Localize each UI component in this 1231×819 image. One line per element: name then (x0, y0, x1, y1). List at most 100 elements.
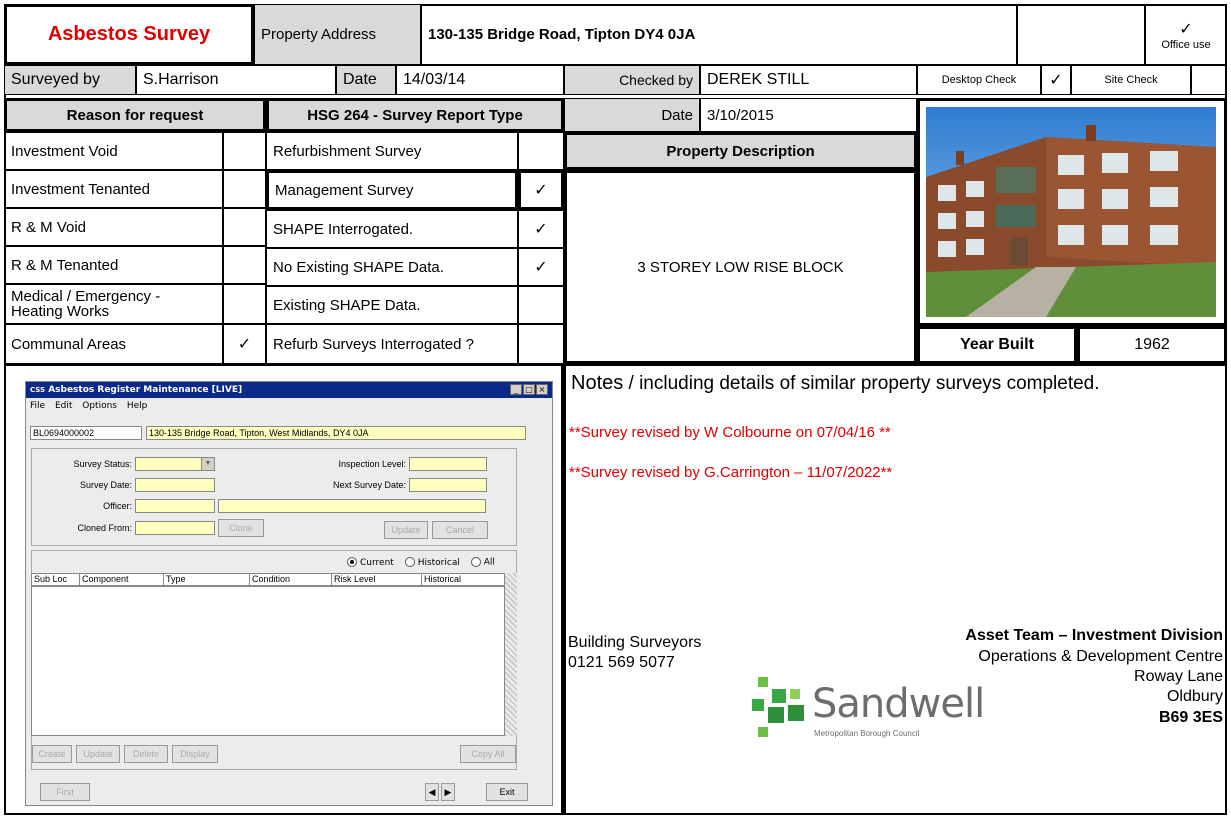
menu-options[interactable]: Options (82, 401, 117, 411)
radio-current-label: Current (360, 557, 394, 568)
components-grid-body[interactable] (31, 586, 517, 736)
notes-line-2: **Survey revised by G.Carrington – 11/07… (569, 464, 893, 481)
reason-tick-6: ✓ (223, 324, 266, 364)
report-type-tick-1 (518, 132, 564, 170)
reason-label-4: R & M Tenanted (4, 246, 223, 284)
reason-tick-4 (223, 246, 266, 284)
reason-tick-5 (223, 284, 266, 324)
radio-historical-label: Historical (417, 557, 460, 568)
cancel-button[interactable]: Cancel (432, 521, 488, 539)
chevron-down-icon[interactable]: ▼ (201, 458, 214, 470)
office-use-label: Office use (1161, 38, 1211, 51)
check-date-value: 3/10/2015 (700, 98, 917, 132)
building-surveyors-phone: 0121 569 5077 (568, 654, 675, 671)
radio-historical[interactable] (404, 557, 415, 567)
menu-edit[interactable]: Edit (55, 401, 72, 411)
notes-heading-main: Notes (571, 372, 624, 394)
reason-label-6: Communal Areas (4, 324, 223, 364)
property-address-label: Property Address (254, 4, 421, 65)
desktop-check-tick: ✓ (1041, 65, 1071, 95)
survey-status-select[interactable]: ▼ (135, 457, 215, 471)
col-type[interactable]: Type (164, 574, 250, 585)
menu-help[interactable]: Help (127, 401, 148, 411)
report-type-label-3: SHAPE Interrogated. (266, 210, 518, 248)
col-component[interactable]: Component (80, 574, 164, 585)
col-sub-loc[interactable]: Sub Loc (32, 574, 80, 585)
sandwell-logo-subtext: Metropolitan Borough Council (814, 729, 920, 738)
register-title-prefix: CSS (30, 386, 46, 394)
notes-heading: Notes / including details of similar pro… (571, 372, 1100, 395)
report-type-heading: HSG 264 - Survey Report Type (266, 98, 564, 132)
checked-by-value: DEREK STILL (700, 65, 917, 95)
notes-heading-rest: / including details of similar property … (623, 373, 1100, 394)
inspection-level-field[interactable] (409, 457, 487, 471)
property-description: 3 STOREY LOW RISE BLOCK (564, 170, 917, 364)
reason-label-5: Medical / Emergency - Heating Works (4, 284, 223, 324)
first-button[interactable]: First (40, 783, 90, 801)
reason-label-1: Investment Void (4, 132, 223, 170)
create-button[interactable]: Create (32, 745, 72, 763)
update-component-button[interactable]: Update (76, 745, 120, 763)
property-address: 130-135 Bridge Road, Tipton DY4 0JA (421, 4, 1017, 65)
exit-button[interactable]: Exit (486, 783, 528, 801)
property-photo-frame (917, 98, 1227, 326)
officer-label: Officer: (103, 501, 132, 511)
col-historical[interactable]: Historical (422, 574, 506, 585)
col-condition[interactable]: Condition (250, 574, 332, 585)
asset-team-label: Asset Team – Investment Division (965, 627, 1223, 644)
report-type-label-6: Refurb Surveys Interrogated ? (266, 324, 518, 364)
update-button[interactable]: Update (384, 521, 428, 539)
radio-current[interactable] (347, 557, 357, 567)
sandwell-logo-text: Sandwell (812, 681, 985, 727)
survey-date-field[interactable] (135, 478, 215, 492)
desktop-check-label: Desktop Check (917, 65, 1041, 95)
address-line-1: Operations & Development Centre (978, 648, 1223, 665)
address-line-3: Oldbury (1166, 688, 1223, 705)
clone-button[interactable]: Clone (218, 519, 264, 537)
maximize-button[interactable]: □ (523, 384, 535, 395)
delete-button[interactable]: Delete (124, 745, 168, 763)
inspection-level-label: Inspection Level: (338, 459, 406, 469)
grid-scrollbar[interactable] (504, 573, 517, 736)
officer-name-field[interactable] (218, 499, 486, 513)
report-type-tick-6 (518, 324, 564, 364)
radio-all-label: All (483, 557, 495, 568)
address-postcode: B69 3ES (1158, 709, 1223, 726)
property-address-field[interactable]: 130-135 Bridge Road, Tipton, West Midlan… (146, 426, 526, 440)
building-surveyors-label: Building Surveyors (568, 634, 702, 651)
register-title: Asbestos Register Maintenance [LIVE] (48, 385, 243, 395)
copy-all-button[interactable]: Copy All (460, 745, 516, 763)
sandwell-logo-mark (752, 677, 804, 737)
reason-tick-2 (223, 170, 266, 208)
register-menubar: File Edit Options Help (30, 401, 154, 411)
minimize-button[interactable]: _ (510, 384, 522, 395)
radio-all[interactable] (470, 557, 481, 567)
report-type-label-4: No Existing SHAPE Data. (266, 248, 518, 286)
prev-button[interactable]: ◀ (425, 783, 439, 801)
form-title-cell: Asbestos Survey (4, 4, 254, 65)
surveyed-by-label: Surveyed by (4, 65, 136, 95)
office-blank-cell (1017, 4, 1145, 65)
form-title: Asbestos Survey (47, 23, 211, 45)
reason-heading: Reason for request (4, 98, 266, 132)
report-type-label-2: Management Survey (266, 170, 518, 210)
check-date-label: Date (564, 98, 700, 132)
survey-date-field-label: Survey Date: (79, 480, 132, 490)
report-type-label-5: Existing SHAPE Data. (266, 286, 518, 324)
reason-tick-1 (223, 132, 266, 170)
sandwell-logo: Sandwell Metropolitan Borough Council (750, 675, 1000, 743)
address-line-2: Roway Lane (1134, 668, 1223, 685)
col-risk-level[interactable]: Risk Level (332, 574, 422, 585)
property-ref-field[interactable]: BL0694000002 (30, 426, 142, 440)
display-button[interactable]: Display (172, 745, 218, 763)
year-built-value: 1962 (1077, 326, 1227, 364)
cloned-from-field[interactable] (135, 521, 215, 535)
close-button[interactable]: × (536, 384, 548, 395)
menu-file[interactable]: File (30, 401, 45, 411)
next-survey-date-field[interactable] (409, 478, 487, 492)
cloned-from-label: Cloned From: (77, 523, 132, 533)
next-button[interactable]: ▶ (441, 783, 455, 801)
officer-code-field[interactable] (135, 499, 215, 513)
components-grid-header: Sub Loc Component Type Condition Risk Le… (31, 573, 517, 586)
site-check-label: Site Check (1071, 65, 1191, 95)
